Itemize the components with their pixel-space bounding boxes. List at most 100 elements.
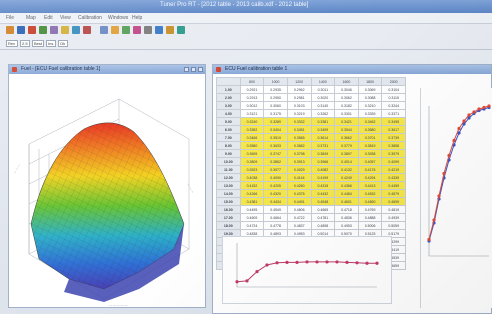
toolbar-icon[interactable] xyxy=(144,26,152,34)
table-cell[interactable]: 0.4722 xyxy=(286,213,312,222)
menu-windows[interactable]: Windows xyxy=(108,15,128,21)
toolbar-icon[interactable] xyxy=(177,26,185,34)
toolbar-icon[interactable] xyxy=(166,26,174,34)
column-header[interactable]: 1200 xyxy=(286,77,312,86)
toolbar-icon[interactable] xyxy=(50,26,58,34)
table-cell[interactable]: 0.4718 xyxy=(334,205,359,214)
table-cell[interactable]: 0.4579 xyxy=(381,189,406,198)
table-cell[interactable]: 0.4090 xyxy=(263,173,288,182)
table-cell[interactable]: 0.3913 xyxy=(286,157,312,166)
table-cell[interactable]: 0.3495 xyxy=(381,117,406,126)
row-header[interactable]: 2.00 xyxy=(216,93,241,102)
column-header[interactable]: 1000 xyxy=(263,77,288,86)
table-cell[interactable]: 0.3421 xyxy=(334,117,359,126)
ok-field[interactable]: Ok xyxy=(58,40,68,47)
table-cell[interactable]: 0.4266 xyxy=(239,189,265,198)
toolbar-icon[interactable] xyxy=(28,26,36,34)
row-header[interactable]: 7.00 xyxy=(216,133,241,142)
table-cell[interactable]: 0.2913 xyxy=(239,93,265,102)
table-cell[interactable]: 0.3175 xyxy=(263,109,288,118)
table-cell[interactable]: 0.3404 xyxy=(263,125,288,134)
table-cell[interactable]: 0.3121 xyxy=(239,109,265,118)
table-cell[interactable]: 0.3210 xyxy=(357,101,383,110)
table-cell[interactable]: 0.3012 xyxy=(239,101,265,110)
table-cell[interactable]: 0.4778 xyxy=(263,221,288,230)
row-header[interactable]: 18.00 xyxy=(216,221,241,230)
table-cell[interactable]: 0.4491 xyxy=(286,197,312,206)
step-field[interactable]: 2.5 xyxy=(20,40,30,47)
table-cell[interactable]: 0.2962 xyxy=(286,85,312,94)
table-cell[interactable]: 0.3682 xyxy=(286,141,312,150)
toolbar-icon[interactable] xyxy=(111,26,119,34)
rev-field[interactable]: Rev xyxy=(6,40,18,47)
column-header[interactable]: 800 xyxy=(239,77,265,86)
column-header[interactable]: 1400 xyxy=(310,77,336,86)
fuel-surface-3d[interactable]: — — — — — — — — — — — xyxy=(9,74,205,306)
table-cell[interactable]: 0.3617 xyxy=(381,125,406,134)
toolbar-icon[interactable] xyxy=(83,26,91,34)
table-cell[interactable]: 0.3580 xyxy=(239,141,265,150)
table-cell[interactable]: 0.3897 xyxy=(334,149,359,158)
table-cell[interactable]: 0.3219 xyxy=(286,109,312,118)
table-cell[interactable]: 0.4249 xyxy=(334,173,359,182)
table-cell[interactable]: 0.3938 xyxy=(357,149,383,158)
row-header[interactable]: 4.00 xyxy=(216,109,241,118)
toolbar-icon[interactable] xyxy=(72,26,80,34)
table-cell[interactable]: 0.4014 xyxy=(334,157,359,166)
column-line-chart[interactable] xyxy=(420,88,492,308)
menu-calibration[interactable]: Calibration xyxy=(78,15,102,21)
table-cell[interactable]: 0.4082 xyxy=(310,165,336,174)
table-cell[interactable]: 0.4769 xyxy=(357,205,383,214)
table-cell[interactable]: 0.3289 xyxy=(263,117,288,126)
table-cell[interactable]: 0.4650 xyxy=(357,197,383,206)
toolbar-icon[interactable] xyxy=(61,26,69,34)
toolbar-icon[interactable] xyxy=(39,26,47,34)
table-cell[interactable]: 0.4339 xyxy=(381,173,406,182)
table-cell[interactable]: 0.4898 xyxy=(310,221,336,230)
table-cell[interactable]: 0.4606 xyxy=(286,205,312,214)
table-cell[interactable]: 0.3849 xyxy=(310,149,336,158)
table-cell[interactable]: 0.4495 xyxy=(239,205,265,214)
table-cell[interactable]: 0.5059 xyxy=(381,221,406,230)
menu-view[interactable]: View xyxy=(60,15,71,21)
table-cell[interactable]: 0.4057 xyxy=(357,157,383,166)
table-cell[interactable]: 0.4836 xyxy=(334,213,359,222)
toolbar-icon[interactable] xyxy=(133,26,141,34)
table-cell[interactable]: 0.3339 xyxy=(357,109,383,118)
table-cell[interactable]: 0.3662 xyxy=(334,133,359,142)
table-cell[interactable]: 0.3862 xyxy=(263,157,288,166)
table-cell[interactable]: 0.3240 xyxy=(239,117,265,126)
table-cell[interactable]: 0.4320 xyxy=(263,189,288,198)
table-cell[interactable]: 0.3747 xyxy=(263,149,288,158)
column-header[interactable]: 1800 xyxy=(357,77,383,86)
table-cell[interactable]: 0.4939 xyxy=(381,213,406,222)
table-cell[interactable]: 0.4434 xyxy=(263,197,288,206)
table-cell[interactable]: 0.3977 xyxy=(263,165,288,174)
table-cell[interactable]: 0.4152 xyxy=(239,181,265,190)
table-cell[interactable]: 0.3544 xyxy=(334,125,359,134)
row-header[interactable]: 1.00 xyxy=(216,85,241,94)
row-header[interactable]: 9.00 xyxy=(216,149,241,158)
row-header[interactable]: 15.00 xyxy=(216,197,241,206)
table-cell[interactable]: 0.3858 xyxy=(381,141,406,150)
table-cell[interactable]: 0.3262 xyxy=(310,109,336,118)
table-cell[interactable]: 0.4549 xyxy=(263,205,288,214)
table-cell[interactable]: 0.4199 xyxy=(310,173,336,182)
table-cell[interactable]: 0.4665 xyxy=(310,205,336,214)
menu-edit[interactable]: Edit xyxy=(44,15,53,21)
table-cell[interactable]: 0.4888 xyxy=(357,213,383,222)
table-cell[interactable]: 0.3451 xyxy=(286,125,312,134)
table-cell[interactable]: 0.3966 xyxy=(310,157,336,166)
table-cell[interactable]: 0.5006 xyxy=(357,221,383,230)
table-cell[interactable]: 0.3519 xyxy=(263,133,288,142)
table-cell[interactable]: 0.4315 xyxy=(310,181,336,190)
table-cell[interactable]: 0.4294 xyxy=(357,173,383,182)
row-header[interactable]: 13.00 xyxy=(216,181,241,190)
table-cell[interactable]: 0.3104 xyxy=(381,85,406,94)
table-cell[interactable]: 0.4219 xyxy=(381,165,406,174)
table-cell[interactable]: 0.3614 xyxy=(310,133,336,142)
table-cell[interactable]: 0.4484 xyxy=(334,189,359,198)
row-header[interactable]: 8.00 xyxy=(216,141,241,150)
table-cell[interactable]: 0.3798 xyxy=(286,149,312,158)
table-cell[interactable]: 0.4432 xyxy=(310,189,336,198)
